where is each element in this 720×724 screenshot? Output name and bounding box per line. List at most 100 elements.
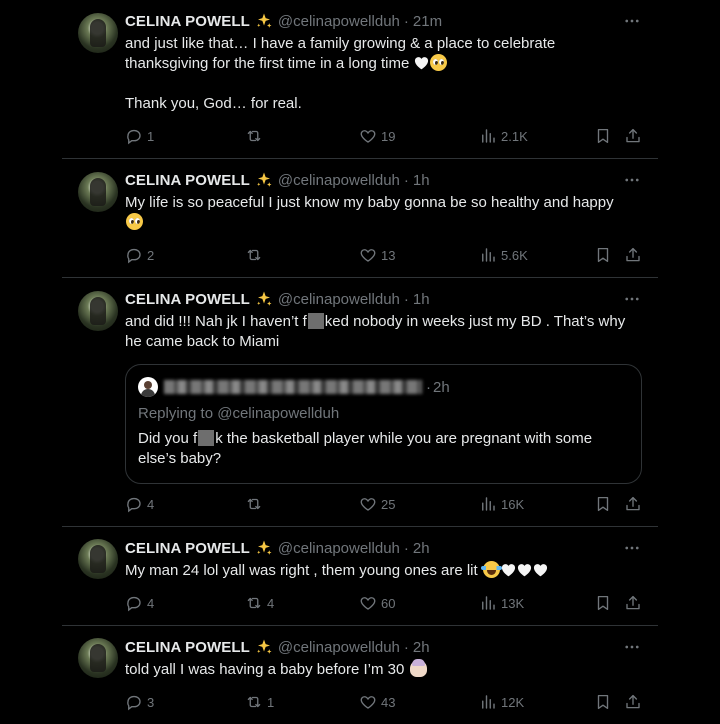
views-icon xyxy=(479,246,497,264)
tweet-time[interactable]: 21m xyxy=(413,13,442,30)
retweet-icon xyxy=(245,594,263,612)
bookmark-button[interactable] xyxy=(594,692,612,712)
reply-icon xyxy=(125,693,143,711)
author-name[interactable]: CELINA POWELL xyxy=(125,639,250,656)
views-button[interactable]: 5.6K xyxy=(479,245,528,265)
quoted-tweet-time[interactable]: 2h xyxy=(433,379,450,396)
blurred-username xyxy=(164,380,422,394)
bookmark-button[interactable] xyxy=(594,593,612,613)
like-count: 60 xyxy=(381,595,396,611)
tweet-text-line: and just like that… I have a family grow… xyxy=(125,35,556,52)
tweet-text-line: Thank you, God… for real. xyxy=(125,95,302,112)
tweet-text: and did !!! Nah jk I haven’t f ked nobody… xyxy=(125,312,642,352)
tweet[interactable]: CELINA POWELL @celinapowellduh · 21m and… xyxy=(62,0,658,159)
view-count: 13K xyxy=(501,595,525,611)
share-icon xyxy=(624,246,642,264)
tweet-header: CELINA POWELL @celinapowellduh · 2h xyxy=(125,538,642,558)
like-button[interactable]: 43 xyxy=(359,692,395,712)
share-button[interactable] xyxy=(624,692,642,712)
avatar[interactable] xyxy=(78,291,118,331)
tweet[interactable]: CELINA POWELL @celinapowellduh · 1h My l… xyxy=(62,159,658,278)
reply-button[interactable]: 4 xyxy=(125,593,154,613)
author-name[interactable]: CELINA POWELL xyxy=(125,291,250,308)
share-button[interactable] xyxy=(624,126,642,146)
like-button[interactable]: 13 xyxy=(359,245,395,265)
reply-button[interactable]: 1 xyxy=(125,126,154,146)
author-name[interactable]: CELINA POWELL xyxy=(125,540,250,557)
view-count: 16K xyxy=(501,496,525,512)
tweet-time[interactable]: 1h xyxy=(413,172,430,189)
tweet-text-part: ked nobody in weeks just my BD . That’s … xyxy=(324,313,626,330)
tweet-text-line: My man 24 lol yall was right , them youn… xyxy=(125,562,478,579)
reply-icon xyxy=(125,127,143,145)
author-name[interactable]: CELINA POWELL xyxy=(125,172,250,189)
more-icon[interactable] xyxy=(622,289,642,309)
bookmark-icon xyxy=(594,495,612,513)
more-icon[interactable] xyxy=(622,637,642,657)
retweet-button[interactable] xyxy=(245,245,267,265)
reply-button[interactable]: 3 xyxy=(125,692,154,712)
views-button[interactable]: 16K xyxy=(479,494,524,514)
tweet[interactable]: CELINA POWELL @celinapowellduh · 2h told… xyxy=(62,626,658,724)
author-handle[interactable]: @celinapowellduh xyxy=(278,291,400,308)
retweet-icon xyxy=(245,693,263,711)
like-count: 13 xyxy=(381,247,396,263)
tweet[interactable]: CELINA POWELL @celinapowellduh · 2h My m… xyxy=(62,527,658,626)
author-handle[interactable]: @celinapowellduh xyxy=(278,13,400,30)
reply-count: 4 xyxy=(147,496,155,512)
retweet-button[interactable]: 4 xyxy=(245,593,274,613)
like-button[interactable]: 25 xyxy=(359,494,395,514)
reply-count: 4 xyxy=(147,595,155,611)
sparkles-icon xyxy=(255,12,273,30)
share-button[interactable] xyxy=(624,593,642,613)
tweet[interactable]: CELINA POWELL @celinapowellduh · 1h and … xyxy=(62,278,658,527)
bookmark-button[interactable] xyxy=(594,245,612,265)
bookmark-icon xyxy=(594,246,612,264)
tweet-time[interactable]: 2h xyxy=(413,639,430,656)
retweet-button[interactable]: 1 xyxy=(245,692,274,712)
white-heart-emoji xyxy=(501,563,516,577)
more-icon[interactable] xyxy=(622,170,642,190)
more-icon[interactable] xyxy=(622,538,642,558)
reply-button[interactable]: 2 xyxy=(125,245,154,265)
retweet-button[interactable] xyxy=(245,494,267,514)
author-handle[interactable]: @celinapowellduh xyxy=(278,540,400,557)
tweet-time[interactable]: 2h xyxy=(413,540,430,557)
heart-icon xyxy=(359,594,377,612)
like-count: 43 xyxy=(381,694,396,710)
views-button[interactable]: 13K xyxy=(479,593,524,613)
views-button[interactable]: 12K xyxy=(479,692,524,712)
tweet-text: My man 24 lol yall was right , them youn… xyxy=(125,561,642,581)
avatar[interactable] xyxy=(78,638,118,678)
tweet-actions: 2 13 5.6K xyxy=(125,245,642,265)
avatar[interactable] xyxy=(78,13,118,53)
author-name[interactable]: CELINA POWELL xyxy=(125,13,250,30)
more-icon[interactable] xyxy=(622,11,642,31)
bookmark-icon xyxy=(594,127,612,145)
view-count: 2.1K xyxy=(501,128,528,144)
heart-icon xyxy=(359,127,377,145)
views-button[interactable]: 2.1K xyxy=(479,126,528,146)
reply-button[interactable]: 4 xyxy=(125,494,154,514)
bookmark-button[interactable] xyxy=(594,126,612,146)
replying-to[interactable]: Replying to @celinapowellduh xyxy=(138,405,339,422)
quoted-tweet[interactable]: · 2h Replying to @celinapowellduh Did yo… xyxy=(125,364,642,484)
views-icon xyxy=(479,495,497,513)
like-button[interactable]: 60 xyxy=(359,593,395,613)
retweet-button[interactable] xyxy=(245,126,267,146)
reply-icon xyxy=(125,246,143,264)
avatar[interactable] xyxy=(78,172,118,212)
share-button[interactable] xyxy=(624,494,642,514)
retweet-icon xyxy=(245,495,263,513)
author-handle[interactable]: @celinapowellduh xyxy=(278,639,400,656)
sparkles-icon xyxy=(255,539,273,557)
like-button[interactable]: 19 xyxy=(359,126,395,146)
share-button[interactable] xyxy=(624,245,642,265)
tweet-time[interactable]: 1h xyxy=(413,291,430,308)
bookmark-button[interactable] xyxy=(594,494,612,514)
avatar[interactable] xyxy=(138,377,158,397)
author-handle[interactable]: @celinapowellduh xyxy=(278,172,400,189)
separator-dot: · xyxy=(403,171,409,189)
avatar[interactable] xyxy=(78,539,118,579)
views-icon xyxy=(479,594,497,612)
